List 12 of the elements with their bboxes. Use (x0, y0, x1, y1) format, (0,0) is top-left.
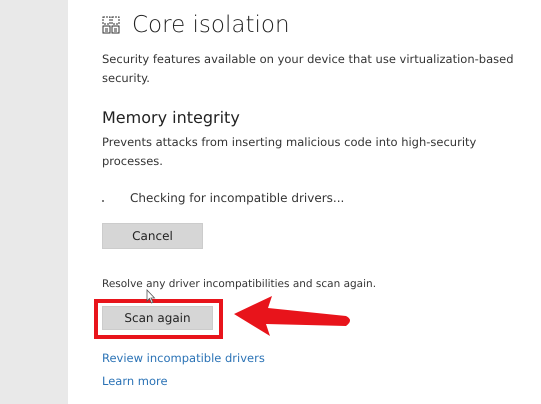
page-title: Core isolation (132, 12, 290, 38)
resolve-text: Resolve any driver incompatibilities and scan again. (102, 278, 376, 290)
review-drivers-link[interactable]: Review incompatible drivers (102, 351, 265, 365)
section-heading: Memory integrity (102, 108, 240, 127)
page-description: Security features available on your device that use virtualization-based security. (102, 51, 514, 87)
learn-more-link[interactable]: Learn more (102, 374, 168, 388)
section-description: Prevents attacks from inserting malicious code into high-security processes. (102, 134, 478, 170)
scan-again-button[interactable]: Scan again (102, 306, 213, 330)
cursor-icon (146, 289, 156, 304)
cancel-button[interactable]: Cancel (102, 223, 203, 249)
status-text: Checking for incompatible drivers... (130, 191, 344, 205)
chip-icon (102, 16, 120, 34)
